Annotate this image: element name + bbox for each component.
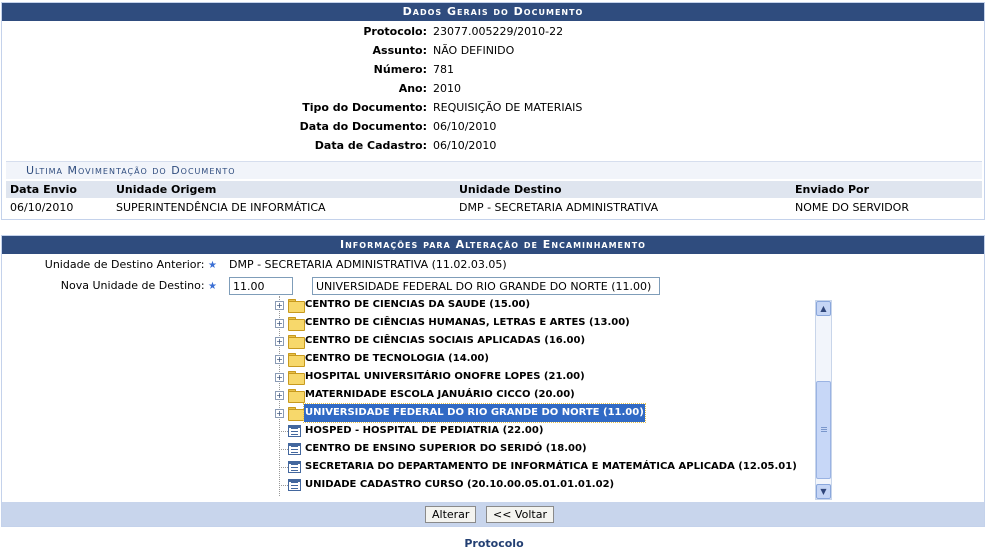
folder-icon	[288, 317, 305, 331]
tree-node-selected[interactable]: + UNIVERSIDADE FEDERAL DO RIO GRANDE DO …	[272, 403, 812, 423]
expand-icon[interactable]: +	[275, 337, 284, 346]
tree-node-label[interactable]: CENTRO DE ENSINO SUPERIOR DO SERIDÓ (18.…	[304, 440, 588, 458]
field-label: Data de Cadastro:	[314, 139, 427, 152]
unit-name-input[interactable]	[312, 277, 660, 295]
back-button[interactable]: << Voltar	[486, 506, 554, 523]
tree-node[interactable]: + CENTRO DE CIÊNCIAS HUMANAS, LETRAS E A…	[272, 314, 812, 332]
tree-node[interactable]: SECRETARIA DO DEPARTAMENTO DE INFORMÁTIC…	[272, 458, 812, 476]
tree-connector	[279, 431, 288, 432]
field-value: 23077.005229/2010-22	[433, 25, 564, 38]
protocol-link[interactable]: Protocolo	[0, 537, 988, 550]
scroll-up-icon[interactable]: ▲	[816, 301, 831, 316]
column-header: Enviado Por	[791, 181, 982, 198]
tree-node-label[interactable]: UNIVERSIDADE FEDERAL DO RIO GRANDE DO NO…	[303, 403, 646, 423]
tree-node-label[interactable]: UNIDADE CADASTRO CURSO (20.10.00.05.01.0…	[304, 476, 615, 494]
folder-icon	[288, 335, 305, 349]
table-cell: NOME DO SERVIDOR	[795, 201, 909, 214]
scroll-down-icon[interactable]: ▼	[816, 484, 831, 499]
field-protocolo: Protocolo: 23077.005229/2010-22	[2, 25, 982, 44]
tree-node[interactable]: + CENTRO DE CIENCIAS DA SAUDE (15.00)	[272, 296, 812, 314]
document-icon	[288, 425, 301, 437]
field-data-documento: Data do Documento: 06/10/2010	[2, 120, 982, 139]
tree-scrollbar[interactable]: ▲ ▼	[815, 300, 832, 500]
tree-node[interactable]: + CENTRO DE CIÊNCIAS SOCIAIS APLICADAS (…	[272, 332, 812, 350]
subsection-title-movement: Ultima Movimentação do Documento	[6, 161, 982, 179]
tree-node-label[interactable]: CENTRO DE CIENCIAS DA SAUDE (15.00)	[304, 296, 531, 314]
field-value: NÃO DEFINIDO	[433, 44, 515, 57]
tree-node[interactable]: UNIDADE CADASTRO CURSO (20.10.00.05.01.0…	[272, 476, 812, 494]
folder-icon	[288, 299, 305, 313]
folder-icon	[288, 371, 305, 385]
expand-icon[interactable]: +	[275, 409, 284, 418]
star-icon: ★	[208, 260, 217, 271]
field-ano: Ano: 2010	[2, 82, 982, 101]
tree-node-label[interactable]: CENTRO DE CIÊNCIAS HUMANAS, LETRAS E ART…	[304, 314, 631, 332]
tree-node-label[interactable]: CENTRO DE TECNOLOGIA (14.00)	[304, 350, 490, 368]
field-label: Assunto:	[372, 44, 427, 57]
tree-node[interactable]: + HOSPITAL UNIVERSITÁRIO ONOFRE LOPES (2…	[272, 368, 812, 386]
table-cell: DMP - SECRETARIA ADMINISTRATIVA	[459, 201, 659, 214]
scroll-thumb[interactable]	[816, 381, 831, 479]
alter-button[interactable]: Alterar	[425, 506, 477, 523]
prev-destination-value: DMP - SECRETARIA ADMINISTRATIVA (11.02.0…	[229, 258, 507, 271]
document-icon	[288, 443, 301, 455]
expand-icon[interactable]: +	[275, 391, 284, 400]
field-numero: Número: 781	[2, 63, 982, 82]
new-destination-label: Nova Unidade de Destino: ★	[2, 279, 217, 299]
button-bar: Alterar << Voltar	[2, 502, 984, 526]
unit-tree[interactable]: + CENTRO DE CIENCIAS DA SAUDE (15.00) + …	[272, 296, 832, 500]
document-icon	[288, 479, 301, 491]
field-label: Número:	[373, 63, 427, 76]
expand-icon[interactable]: +	[275, 319, 284, 328]
field-value: 06/10/2010	[433, 120, 497, 133]
table-cell: SUPERINTENDÊNCIA DE INFORMÁTICA	[116, 201, 326, 214]
field-assunto: Assunto: NÃO DEFINIDO	[2, 44, 982, 63]
table-cell: 06/10/2010	[10, 201, 74, 214]
new-destination-label-text: Nova Unidade de Destino:	[60, 279, 205, 292]
field-value: 2010	[433, 82, 461, 95]
field-tipo-documento: Tipo do Documento: REQUISIÇÃO DE MATERIA…	[2, 101, 982, 120]
expand-icon[interactable]: +	[275, 355, 284, 364]
folder-icon	[288, 353, 305, 367]
document-general-panel: Dados Gerais do Documento Protocolo: 230…	[1, 2, 985, 220]
folder-icon	[288, 389, 305, 403]
unit-code-input[interactable]	[229, 277, 293, 295]
column-header: Data Envio	[6, 181, 112, 198]
panel-title-general: Dados Gerais do Documento	[2, 3, 984, 21]
table-header-row: Data Envio Unidade Origem Unidade Destin…	[6, 181, 982, 198]
field-value: 06/10/2010	[433, 139, 497, 152]
tree-connector	[279, 467, 288, 468]
field-value: REQUISIÇÃO DE MATERIAIS	[433, 101, 583, 114]
folder-icon	[288, 407, 305, 421]
document-icon	[288, 461, 301, 473]
field-label: Data do Documento:	[299, 120, 427, 133]
movement-table: Data Envio Unidade Origem Unidade Destin…	[6, 181, 982, 217]
field-value: 781	[433, 63, 454, 76]
tree-node[interactable]: CENTRO DE ENSINO SUPERIOR DO SERIDÓ (18.…	[272, 440, 812, 458]
tree-node-label[interactable]: HOSPED - HOSPITAL DE PEDIATRIA (22.00)	[304, 422, 544, 440]
tree-node[interactable]: HOSPED - HOSPITAL DE PEDIATRIA (22.00)	[272, 422, 812, 440]
tree-connector	[279, 485, 288, 486]
field-label: Ano:	[398, 82, 427, 95]
panel-title-change: Informações para Alteração de Encaminham…	[2, 236, 984, 254]
column-header: Unidade Origem	[112, 181, 455, 198]
expand-icon[interactable]: +	[275, 373, 284, 382]
tree-connector	[279, 449, 288, 450]
tree-node-label[interactable]: MATERNIDADE ESCOLA JANUÁRIO CICCO (20.00…	[304, 386, 576, 404]
field-label: Tipo do Documento:	[302, 101, 427, 114]
column-header: Unidade Destino	[455, 181, 791, 198]
tree-node-label[interactable]: SECRETARIA DO DEPARTAMENTO DE INFORMÁTIC…	[304, 458, 798, 476]
prev-destination-label-text: Unidade de Destino Anterior:	[44, 258, 205, 271]
expand-icon[interactable]: +	[275, 301, 284, 310]
tree-node-label[interactable]: HOSPITAL UNIVERSITÁRIO ONOFRE LOPES (21.…	[304, 368, 586, 386]
field-label: Protocolo:	[363, 25, 427, 38]
field-data-cadastro: Data de Cadastro: 06/10/2010	[2, 139, 982, 158]
tree-node-label[interactable]: CENTRO DE CIÊNCIAS SOCIAIS APLICADAS (16…	[304, 332, 586, 350]
star-icon: ★	[208, 281, 217, 292]
tree-node[interactable]: + CENTRO DE TECNOLOGIA (14.00)	[272, 350, 812, 368]
prev-destination-label: Unidade de Destino Anterior: ★	[2, 258, 217, 278]
tree-node[interactable]: + MATERNIDADE ESCOLA JANUÁRIO CICCO (20.…	[272, 386, 812, 404]
change-routing-panel: Informações para Alteração de Encaminham…	[1, 235, 985, 527]
table-row: 06/10/2010 SUPERINTENDÊNCIA DE INFORMÁTI…	[6, 198, 982, 217]
